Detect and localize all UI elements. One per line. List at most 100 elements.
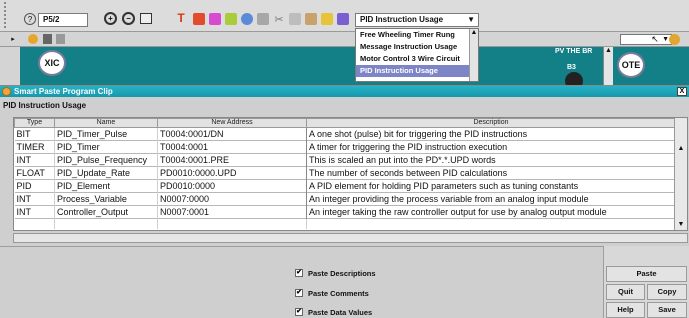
library-icon[interactable] bbox=[337, 13, 349, 25]
paste-data-values-checkbox[interactable]: ✔ bbox=[295, 308, 303, 316]
paste-descriptions-option[interactable]: ✔ Paste Descriptions bbox=[295, 267, 376, 279]
column-header-address[interactable]: New Address bbox=[157, 118, 307, 128]
cell-name[interactable]: PID_Timer bbox=[54, 140, 158, 154]
paste-comments-option[interactable]: ✔ Paste Comments bbox=[295, 287, 369, 299]
smart-paste-dialog: Smart Paste Program Clip X PID Instructi… bbox=[0, 85, 689, 318]
cell-type[interactable]: INT bbox=[14, 153, 55, 167]
table-row[interactable]: TIMER PID_Timer T0004:0001 A timer for trig… bbox=[14, 140, 676, 154]
cell-description[interactable]: A one shot (pulse) bit for triggering th… bbox=[306, 127, 676, 141]
xic-instruction-button[interactable]: XIC bbox=[38, 50, 66, 76]
cell-address[interactable]: T0004:0001/DN bbox=[157, 127, 307, 141]
help-button[interactable]: Help bbox=[606, 302, 645, 318]
cell-description[interactable]: A timer for triggering the PID instructi… bbox=[306, 140, 676, 154]
list-scrollbar[interactable]: ▲ bbox=[469, 29, 478, 81]
table-row[interactable]: INT Process_Variable N0007:0000 An integer … bbox=[14, 192, 676, 206]
copy-icon[interactable] bbox=[289, 13, 301, 25]
ladder-scrollbar[interactable]: ▲ bbox=[603, 47, 613, 85]
table-row[interactable]: FLOAT PID_Update_Rate PD0010:0000.UPD The n… bbox=[14, 166, 676, 180]
cell-address[interactable]: T0004:0001 bbox=[157, 140, 307, 154]
cell-type[interactable]: TIMER bbox=[14, 140, 55, 154]
empty-cell bbox=[54, 218, 158, 229]
column-header-name[interactable]: Name bbox=[54, 118, 158, 128]
view-dropdown[interactable]: ▼ bbox=[620, 34, 672, 45]
table-scrollbar[interactable]: ▲ ▼ bbox=[674, 118, 687, 230]
cell-description[interactable]: The number of seconds between PID calcul… bbox=[306, 166, 676, 180]
table-row[interactable]: PID PID_Element PD0010:0000 A PID element f… bbox=[14, 179, 676, 193]
usage-option[interactable]: Message Instruction Usage bbox=[356, 41, 478, 53]
cell-description[interactable]: An integer taking the raw controller out… bbox=[306, 205, 676, 219]
table-row[interactable]: BIT PID_Timer_Pulse T0004:0001/DN A one sho… bbox=[14, 127, 676, 141]
program-dropdown[interactable]: P5/2 bbox=[38, 13, 88, 27]
usage-option[interactable]: Motor Control 3 Wire Circuit bbox=[356, 53, 478, 65]
cursor-icon[interactable]: ↖ bbox=[650, 34, 660, 45]
cell-name[interactable]: Process_Variable bbox=[54, 192, 158, 206]
cell-name[interactable]: PID_Pulse_Frequency bbox=[54, 153, 158, 167]
column-header-type[interactable]: Type bbox=[14, 118, 55, 128]
rung-icon[interactable]: T bbox=[175, 11, 187, 25]
instruction-icon[interactable] bbox=[225, 13, 237, 25]
branch-icon[interactable] bbox=[193, 13, 205, 25]
ote-instruction-button[interactable]: OTE bbox=[617, 52, 645, 78]
divider bbox=[0, 246, 689, 247]
cell-type[interactable]: INT bbox=[14, 192, 55, 206]
paste-data-values-label: Paste Data Values bbox=[308, 307, 373, 317]
paste-descriptions-checkbox[interactable]: ✔ bbox=[295, 269, 303, 277]
save-button[interactable]: Save bbox=[647, 302, 687, 318]
cell-address[interactable]: T0004:0001.PRE bbox=[157, 153, 307, 167]
grid-icon[interactable] bbox=[56, 34, 65, 44]
print-icon[interactable] bbox=[140, 13, 152, 24]
table-body: BIT PID_Timer_Pulse T0004:0001/DN A one sho… bbox=[14, 127, 676, 229]
diamond-icon[interactable] bbox=[28, 34, 38, 44]
quit-button[interactable]: Quit bbox=[606, 284, 645, 300]
cell-address[interactable]: PD0010:0000 bbox=[157, 179, 307, 193]
add-element-icon[interactable] bbox=[669, 34, 680, 45]
delete-icon[interactable] bbox=[257, 13, 269, 25]
paste-comments-checkbox[interactable]: ✔ bbox=[295, 289, 303, 297]
paste-data-values-option[interactable]: ✔ Paste Data Values bbox=[295, 306, 372, 318]
cell-name[interactable]: PID_Element bbox=[54, 179, 158, 193]
cell-name[interactable]: Controller_Output bbox=[54, 205, 158, 219]
cell-name[interactable]: PID_Update_Rate bbox=[54, 166, 158, 180]
horizontal-scrollbar[interactable] bbox=[13, 233, 688, 243]
expand-icon[interactable]: ▸ bbox=[10, 34, 16, 44]
zoom-in-icon[interactable]: + bbox=[104, 12, 117, 25]
paste-icon[interactable] bbox=[305, 13, 317, 25]
scroll-up-icon[interactable]: ▲ bbox=[675, 144, 687, 154]
close-button[interactable]: X bbox=[677, 87, 687, 96]
usage-dropdown[interactable]: PID Instruction Usage ▼ bbox=[355, 13, 479, 27]
usage-dropdown-value: PID Instruction Usage bbox=[360, 15, 444, 24]
usage-options-list[interactable]: Free Wheeling Timer Rung Message Instruc… bbox=[355, 28, 479, 82]
scroll-down-icon[interactable]: ▼ bbox=[675, 220, 687, 230]
column-header-description[interactable]: Description bbox=[306, 118, 676, 128]
usage-option-selected[interactable]: PID Instruction Usage bbox=[356, 65, 478, 77]
usage-option[interactable]: Free Wheeling Timer Rung bbox=[356, 29, 478, 41]
coil-icon[interactable] bbox=[241, 13, 253, 25]
cell-description[interactable]: An integer providing the process variabl… bbox=[306, 192, 676, 206]
dialog-titlebar[interactable]: Smart Paste Program Clip X bbox=[0, 86, 689, 97]
scroll-up-icon[interactable]: ▲ bbox=[605, 47, 612, 54]
cell-type[interactable]: INT bbox=[14, 205, 55, 219]
empty-cell bbox=[157, 218, 307, 229]
paste-button[interactable]: Paste bbox=[606, 266, 687, 282]
table-row[interactable]: INT Controller_Output N0007:0001 An integer… bbox=[14, 205, 676, 219]
cut-icon[interactable]: ✂ bbox=[273, 13, 285, 26]
toolbar-grip[interactable] bbox=[4, 2, 9, 28]
cell-description[interactable]: This is scaled an put into the PD*.*.UPD… bbox=[306, 153, 676, 167]
clip-name-header: PID Instruction Usage bbox=[3, 101, 87, 110]
help-icon[interactable]: ? bbox=[24, 13, 36, 25]
cell-type[interactable]: PID bbox=[14, 179, 55, 193]
cell-description[interactable]: A PID element for holding PID parameters… bbox=[306, 179, 676, 193]
block-icon[interactable] bbox=[43, 34, 52, 44]
cell-type[interactable]: BIT bbox=[14, 127, 55, 141]
smart-paste-icon[interactable] bbox=[321, 13, 333, 25]
cell-address[interactable]: N0007:0001 bbox=[157, 205, 307, 219]
copy-button[interactable]: Copy bbox=[647, 284, 687, 300]
table-row[interactable]: INT PID_Pulse_Frequency T0004:0001.PRE This… bbox=[14, 153, 676, 167]
zoom-out-icon[interactable]: − bbox=[122, 12, 135, 25]
cell-type[interactable]: FLOAT bbox=[14, 166, 55, 180]
cell-address[interactable]: PD0010:0000.UPD bbox=[157, 166, 307, 180]
cell-address[interactable]: N0007:0000 bbox=[157, 192, 307, 206]
branch-level-icon[interactable] bbox=[209, 13, 221, 25]
app-icon bbox=[2, 87, 11, 96]
cell-name[interactable]: PID_Timer_Pulse bbox=[54, 127, 158, 141]
